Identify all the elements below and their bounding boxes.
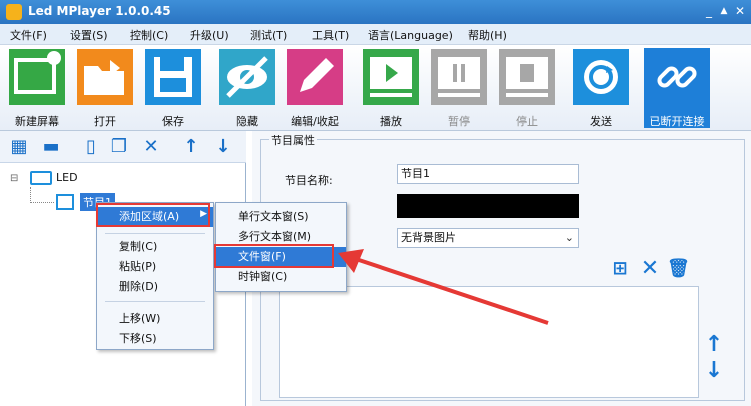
stop-label: 停止 — [516, 115, 538, 128]
save-button[interactable]: 保存 — [142, 48, 204, 128]
menu-separator — [105, 233, 205, 234]
delete-icon[interactable]: ✕ — [140, 136, 162, 158]
add-file-icon[interactable]: ⊞ — [609, 258, 631, 279]
copy-page-icon[interactable]: ❐ — [108, 136, 130, 158]
minimize-button[interactable]: _ — [701, 3, 717, 19]
window-title: Led MPlayer 1.0.0.45 — [28, 4, 171, 18]
pause-button[interactable]: 暂停 — [428, 48, 490, 128]
hide-eye-icon — [218, 48, 276, 106]
disconnected-label: 已断开连接 — [649, 115, 705, 128]
background-select-value: 无背景图片 — [401, 231, 456, 244]
new-screen-label: 新建屏幕 — [15, 115, 59, 128]
edit-collapse-button[interactable]: 编辑/收起 — [284, 48, 346, 128]
new-page-icon[interactable]: ▯ — [80, 136, 102, 158]
menu-paste[interactable]: 粘贴(P) — [97, 257, 213, 277]
menu-move-down[interactable]: 下移(S) — [97, 329, 213, 349]
open-button[interactable]: 打开 — [74, 48, 136, 128]
add-program-icon[interactable]: ▬ — [40, 136, 62, 158]
highlight-add-area — [96, 203, 210, 227]
collapse-icon[interactable]: ⊟ — [10, 173, 18, 184]
menu-delete[interactable]: 删除(D) — [97, 277, 213, 297]
menu-bar: 文件(F) 设置(S) 控制(C) 升级(U) 测试(T) 工具(T) 语言(L… — [0, 24, 751, 45]
menu-move-up[interactable]: 上移(W) — [97, 309, 213, 329]
new-screen-icon — [8, 48, 66, 106]
trash-icon[interactable]: 🗑 — [667, 258, 690, 279]
open-label: 打开 — [94, 115, 116, 128]
list-up-icon[interactable]: ↑ — [703, 332, 725, 357]
program-icon — [56, 194, 74, 210]
tree-toolbar: ▦ ▬ ▯ ❐ ✕ ↑ ↓ — [0, 131, 246, 163]
new-screen-button[interactable]: 新建屏幕 — [6, 48, 68, 128]
disconnected-button[interactable]: 已断开连接 — [644, 48, 710, 128]
play-label: 播放 — [380, 115, 402, 128]
monitor-icon — [30, 171, 52, 185]
hide-button[interactable]: 隐藏 — [216, 48, 278, 128]
play-icon — [362, 48, 420, 106]
edit-pencil-icon — [286, 48, 344, 106]
menu-upgrade[interactable]: 升级(U) — [190, 27, 229, 43]
dropdown-arrow-icon: ⌄ — [564, 231, 574, 244]
tree-root-label: LED — [56, 171, 78, 184]
menu-help[interactable]: 帮助(H) — [468, 27, 507, 43]
save-disk-icon — [144, 48, 202, 106]
stop-icon — [498, 48, 556, 106]
send-button[interactable]: 发送 — [570, 48, 632, 128]
menu-copy[interactable]: 复制(C) — [97, 237, 213, 257]
play-button[interactable]: 播放 — [360, 48, 422, 128]
properties-group-title: 节目属性 — [269, 132, 317, 148]
menu-single-line-text[interactable]: 单行文本窗(S) — [216, 207, 346, 227]
highlight-file-window — [214, 244, 334, 268]
maximize-button[interactable]: ▲ — [716, 3, 732, 19]
close-button[interactable]: ✕ — [732, 3, 748, 19]
remove-icon[interactable]: ✕ — [639, 256, 661, 281]
menu-clock-window[interactable]: 时钟窗(C) — [216, 267, 346, 287]
menu-file[interactable]: 文件(F) — [10, 27, 47, 43]
link-icon — [648, 48, 706, 106]
save-label: 保存 — [162, 115, 184, 128]
pause-label: 暂停 — [448, 115, 470, 128]
list-down-icon[interactable]: ↓ — [703, 358, 725, 383]
pause-icon — [430, 48, 488, 106]
annotation-arrow-icon — [338, 249, 549, 325]
menu-settings[interactable]: 设置(S) — [70, 27, 108, 43]
add-screen-icon[interactable]: ▦ — [8, 136, 30, 158]
menu-language[interactable]: 语言(Language) — [368, 27, 453, 43]
edit-collapse-label: 编辑/收起 — [291, 115, 339, 128]
open-folder-icon — [76, 48, 134, 106]
program-name-input[interactable]: 节目1 — [397, 164, 579, 184]
menu-separator — [105, 301, 205, 302]
menu-tools[interactable]: 工具(T) — [312, 27, 349, 43]
menu-test[interactable]: 测试(T) — [250, 27, 287, 43]
move-down-icon[interactable]: ↓ — [212, 136, 234, 158]
program-name-label: 节目名称: — [285, 174, 333, 187]
menu-control[interactable]: 控制(C) — [130, 27, 168, 43]
app-logo-icon — [6, 4, 22, 20]
send-sync-icon — [572, 48, 630, 106]
redacted-field — [397, 194, 579, 218]
tree-connector — [30, 187, 54, 203]
hide-label: 隐藏 — [236, 115, 258, 128]
send-label: 发送 — [590, 115, 612, 128]
move-up-icon[interactable]: ↑ — [180, 136, 202, 158]
title-bar: Led MPlayer 1.0.0.45 _ ▲ ✕ — [0, 0, 751, 24]
toolbar: 新建屏幕 打开 保存 隐藏 编辑/收起 播放 暂停 停止 发送 已断开连接 — [0, 45, 751, 131]
stop-button[interactable]: 停止 — [496, 48, 558, 128]
